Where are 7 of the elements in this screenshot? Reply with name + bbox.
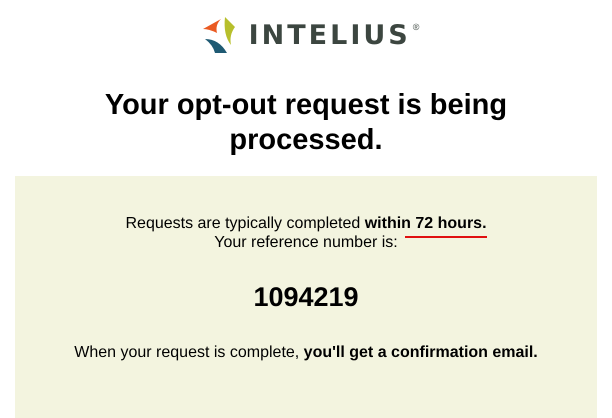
page-heading: Your opt-out request is being processed.: [104, 88, 508, 158]
logo-wordmark: INTELIUS: [248, 20, 411, 50]
reference-number: 1094219: [253, 282, 359, 313]
reference-label: Your reference number is:: [214, 233, 398, 252]
confirmation-text: When your request is complete, you'll get a confirmation email.: [74, 344, 538, 362]
registered-mark: ®: [412, 22, 420, 32]
timing-text: Requests are typically completed within 72 hours.: [125, 214, 487, 233]
